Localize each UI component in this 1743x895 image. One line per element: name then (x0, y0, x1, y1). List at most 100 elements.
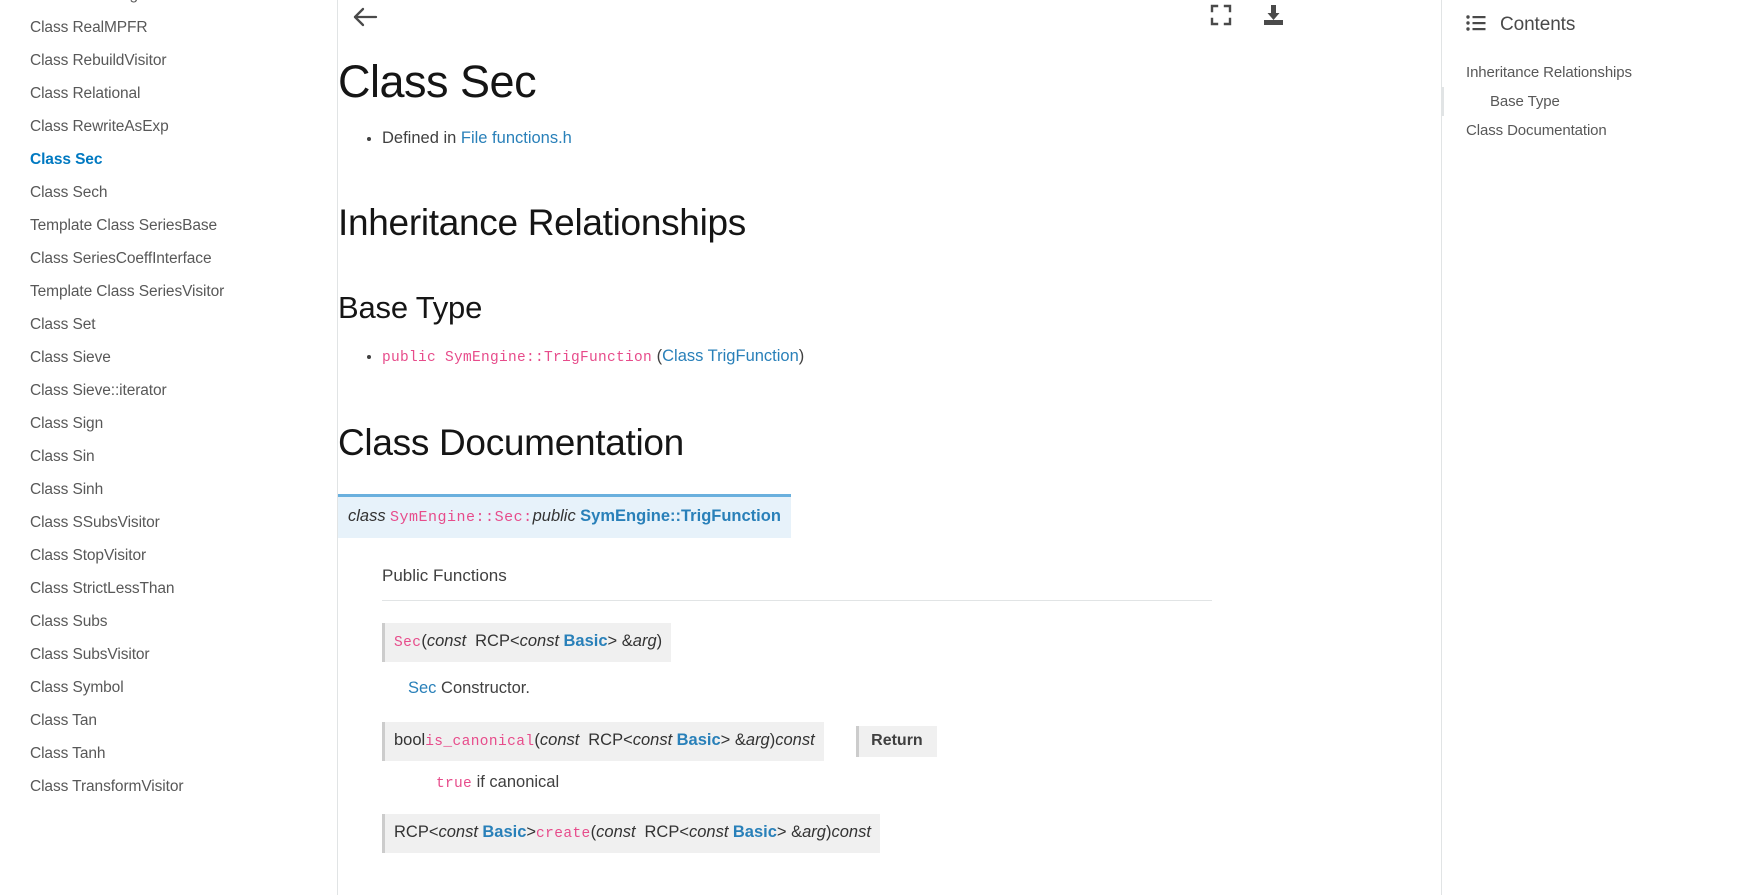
page-title: Class Sec (338, 56, 537, 107)
param-const: const (596, 823, 636, 841)
return-basic-link[interactable]: Basic (482, 823, 526, 841)
param-rcp: RCP< (475, 632, 520, 650)
param-arg: arg (745, 731, 770, 749)
sidebar-item-class-tan[interactable]: Class Tan (0, 704, 337, 737)
return-label: Return (856, 726, 937, 757)
param-rcp: RCP< (588, 731, 633, 749)
file-functions-link[interactable]: File functions.h (461, 129, 572, 147)
sidebar-item-class-realimagvisitor[interactable]: Class RealImagVisitor (0, 0, 337, 11)
param-const: const (539, 731, 580, 749)
sidebar-item-class-stopvisitor[interactable]: Class StopVisitor (0, 539, 337, 572)
sidebar-item-class-symbol[interactable]: Class Symbol (0, 671, 337, 704)
sidebar-item-class-seriescoeffinterface[interactable]: Class SeriesCoeffInterface (0, 242, 337, 275)
param-basic-link[interactable]: Basic (677, 731, 721, 749)
return-code-true: true (436, 776, 473, 792)
function-signature: RCP<const Basic>create(const RCP<const B… (382, 814, 880, 853)
sidebar-item-class-sinh[interactable]: Class Sinh (0, 473, 337, 506)
defined-in-item: Defined in File functions.h (382, 124, 1382, 152)
sidebar-list: Class RealImagVisitorClass RealMPFRClass… (0, 0, 337, 803)
list-icon (1466, 14, 1486, 36)
contents-panel: Contents Inheritance Relationships Base T… (1441, 0, 1743, 895)
base-type-heading: Base Type (338, 290, 483, 325)
base-type-code: public SymEngine::TrigFunction (382, 350, 653, 366)
sidebar-navigation[interactable]: Class RealImagVisitorClass RealMPFRClass… (0, 0, 338, 895)
sidebar-item-class-subs[interactable]: Class Subs (0, 605, 337, 638)
sec-link[interactable]: Sec (408, 679, 436, 697)
public-functions-label: Public Functions (382, 566, 1212, 601)
return-rcp: RCP< (394, 823, 439, 841)
download-icon[interactable] (1258, 0, 1288, 30)
function-signature: Sec(const RCP<const Basic> &arg) (382, 623, 672, 662)
sidebar-item-class-transformvisitor[interactable]: Class TransformVisitor (0, 770, 337, 803)
function-name: create (536, 826, 591, 842)
sidebar-item-class-sieve-iterator[interactable]: Class Sieve::iterator (0, 374, 337, 407)
sidebar-item-class-sign[interactable]: Class Sign (0, 407, 337, 440)
paren-close: ) (798, 347, 805, 365)
class-documentation-heading: Class Documentation (338, 422, 684, 463)
base-type-list: public SymEngine::TrigFunction (Class Tr… (338, 342, 1382, 372)
function-signature: boolis_canonical(const RCP<const Basic> … (382, 722, 824, 761)
param-const2: const (688, 823, 729, 841)
function-entry-sec: Sec(const RCP<const Basic> &arg) Sec Con… (382, 601, 1382, 700)
sidebar-item-class-sech[interactable]: Class Sech (0, 176, 337, 209)
toc-item-class-documentation[interactable]: Class Documentation (1442, 116, 1743, 145)
class-declaration-line: class SymEngine::Sec:public SymEngine::T… (348, 505, 781, 529)
main-content: Class Sec Defined in File functions.h In… (338, 0, 1441, 853)
sidebar-item-class-tanh[interactable]: Class Tanh (0, 737, 337, 770)
documentation-page: Class RealImagVisitorClass RealMPFRClass… (0, 0, 1743, 895)
param-arg: arg (802, 823, 826, 841)
sidebar-item-class-rewriteasexp[interactable]: Class RewriteAsExp (0, 110, 337, 143)
sidebar-item-class-strictlessthan[interactable]: Class StrictLessThan (0, 572, 337, 605)
declaration-base-type: SymEngine::TrigFunction (580, 507, 781, 525)
return-type: bool (394, 731, 426, 749)
paren-close: ) (656, 632, 663, 650)
const-suffix: const (775, 731, 815, 749)
sidebar-item-class-sieve[interactable]: Class Sieve (0, 341, 337, 374)
function-name: Sec (394, 635, 422, 651)
sidebar-item-class-realmpfr[interactable]: Class RealMPFR (0, 11, 337, 44)
return-text: if canonical (472, 773, 560, 791)
arrow-left-icon[interactable] (348, 2, 382, 32)
param-const2: const (519, 632, 560, 650)
function-entry-is-canonical: boolis_canonical(const RCP<const Basic> … (382, 700, 1382, 792)
param-arg: arg (632, 632, 657, 650)
param-basic-link[interactable]: Basic (564, 632, 608, 650)
param-basic-link[interactable]: Basic (733, 823, 777, 841)
const-suffix: const (831, 823, 871, 841)
class-declaration-box: class SymEngine::Sec:public SymEngine::T… (338, 494, 791, 538)
defined-in-prefix: Defined in (382, 129, 461, 147)
fullscreen-icon[interactable] (1206, 0, 1236, 30)
declaration-name: SymEngine::Sec (390, 509, 524, 526)
contents-header: Contents (1442, 8, 1743, 42)
toc-item-base-type[interactable]: Base Type (1442, 87, 1743, 116)
defined-in-list: Defined in File functions.h (338, 124, 1382, 152)
param-ref: > & (776, 823, 803, 841)
function-name: is_canonical (425, 734, 535, 750)
function-entry-create: RCP<const Basic>create(const RCP<const B… (382, 792, 1382, 853)
return-gt: > (526, 823, 537, 841)
class-body: Public Functions Sec(const RCP<const Bas… (382, 566, 1382, 853)
sidebar-item-class-rebuildvisitor[interactable]: Class RebuildVisitor (0, 44, 337, 77)
contents-title: Contents (1500, 14, 1576, 35)
sidebar-item-class-ssubsvisitor[interactable]: Class SSubsVisitor (0, 506, 337, 539)
base-type-item: public SymEngine::TrigFunction (Class Tr… (382, 342, 1382, 372)
param-ref: > & (607, 632, 633, 650)
table-of-contents: Inheritance Relationships Base Type Class … (1442, 58, 1743, 145)
sidebar-item-class-relational[interactable]: Class Relational (0, 77, 337, 110)
function-description: Sec Constructor. (408, 676, 1382, 700)
param-const: const (426, 632, 467, 650)
sidebar-item-class-set[interactable]: Class Set (0, 308, 337, 341)
toc-item-inheritance-relationships[interactable]: Inheritance Relationships (1442, 58, 1743, 87)
sidebar-item-class-sin[interactable]: Class Sin (0, 440, 337, 473)
declaration-keyword: class (348, 507, 386, 525)
inheritance-relationships-heading: Inheritance Relationships (338, 202, 746, 243)
sidebar-item-template-class-seriesvisitor[interactable]: Template Class SeriesVisitor (0, 275, 337, 308)
sidebar-item-class-sec[interactable]: Class Sec (0, 143, 337, 176)
class-trigfunction-link[interactable]: Class TrigFunction (662, 347, 799, 365)
sidebar-item-class-subsvisitor[interactable]: Class SubsVisitor (0, 638, 337, 671)
param-rcp: RCP< (644, 823, 689, 841)
return-description: true if canonical (436, 773, 1382, 792)
sidebar-item-template-class-seriesbase[interactable]: Template Class SeriesBase (0, 209, 337, 242)
declaration-access: public (532, 507, 576, 525)
param-const2: const (632, 731, 673, 749)
